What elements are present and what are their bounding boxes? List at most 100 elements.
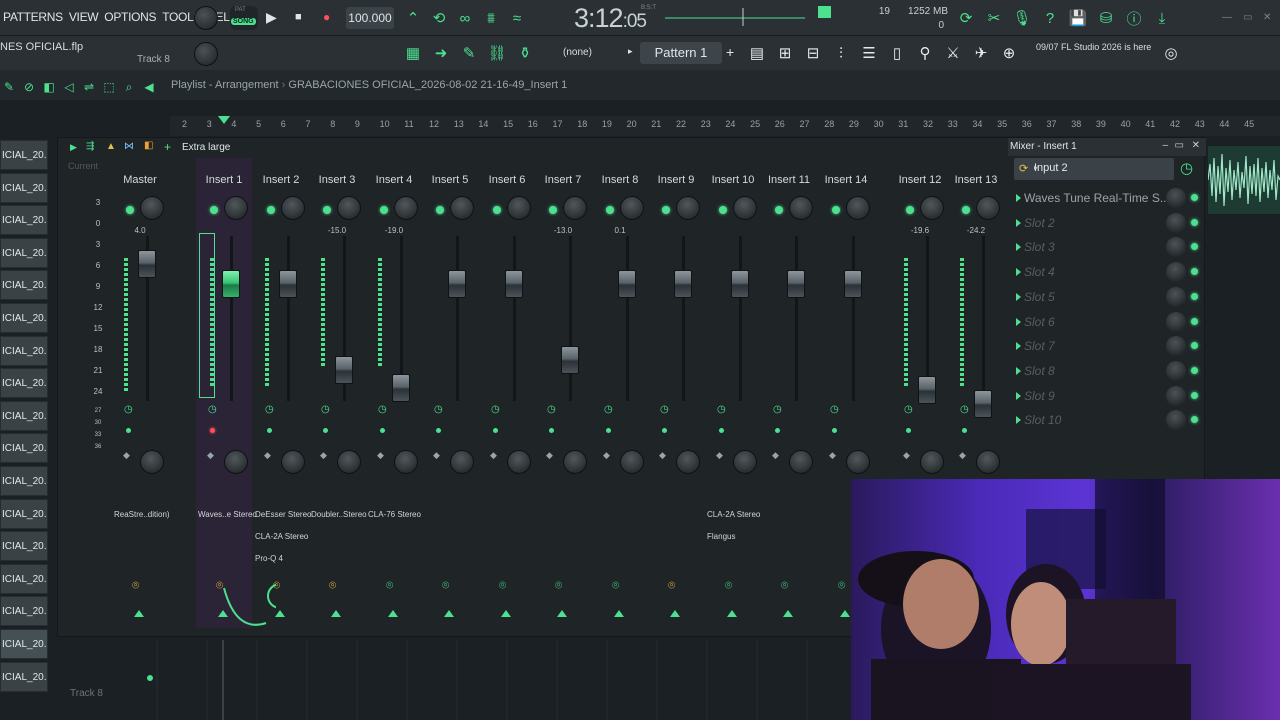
stereo-sep-icon[interactable]: ◷: [265, 404, 274, 415]
breadcrumb-playlist[interactable]: Playlist - Arrangement: [171, 79, 279, 91]
playlist-track-header[interactable]: ICIAL_20..: [0, 563, 48, 594]
save-icon[interactable]: 💾: [1067, 7, 1089, 29]
mixer-strip[interactable]: Insert 4 -19.0 ◷ ◆ CLA-76 Stereo ⌾: [366, 158, 422, 628]
pitch-knob[interactable]: [194, 42, 218, 66]
input-selector[interactable]: Input 2 ⟳ ▸: [1014, 158, 1174, 180]
route-arrow-icon[interactable]: [134, 610, 144, 617]
pan-knob[interactable]: [563, 196, 587, 220]
stereo-knob[interactable]: [789, 450, 813, 474]
effect-slot-name[interactable]: Pro-Q 4: [255, 554, 283, 563]
stereo-knob[interactable]: [394, 450, 418, 474]
sample-icon[interactable]: ▯: [886, 42, 908, 64]
route-dot[interactable]: [832, 428, 837, 433]
slot-enable-led[interactable]: [1191, 292, 1198, 300]
strip-enable-led[interactable]: [493, 206, 501, 214]
slot-name[interactable]: Slot 9: [1024, 389, 1055, 403]
mixer-close-icon[interactable]: ✕: [1192, 140, 1200, 151]
maximize-icon[interactable]: ▭: [1243, 12, 1252, 23]
route-dot[interactable]: [267, 428, 272, 433]
slot-name[interactable]: Slot 5: [1024, 290, 1055, 304]
playlist-track-header[interactable]: ICIAL_20..: [0, 140, 48, 170]
mixer-arrows-icon[interactable]: ⇶: [86, 141, 94, 152]
pan-knob[interactable]: [620, 196, 644, 220]
effect-slot-name[interactable]: Flangus: [707, 532, 735, 541]
undo-history-icon[interactable]: ⟳: [955, 7, 977, 29]
stereo-sep-icon[interactable]: ◷: [660, 404, 669, 415]
slot-enable-led[interactable]: [1191, 268, 1198, 276]
route-dot[interactable]: [323, 428, 328, 433]
stereo-sep-icon[interactable]: ◷: [321, 404, 330, 415]
swap-arrows-icon[interactable]: ◆: [490, 451, 497, 460]
slot-enable-led[interactable]: [1191, 366, 1198, 374]
slot-name[interactable]: Slot 7: [1024, 339, 1055, 353]
pen-icon[interactable]: ✎: [458, 42, 480, 64]
shop-icon[interactable]: ⊕: [998, 42, 1020, 64]
route-arrow-icon[interactable]: [727, 610, 737, 617]
swap-arrows-icon[interactable]: ◆: [659, 451, 666, 460]
pattern-selector[interactable]: Pattern 1: [640, 42, 722, 64]
swap-arrows-icon[interactable]: ◆: [716, 451, 723, 460]
strip-enable-led[interactable]: [662, 206, 670, 214]
effect-slot[interactable]: Slot 3: [1014, 236, 1204, 258]
piano-roll-icon[interactable]: ⊟: [802, 42, 824, 64]
menu-patterns[interactable]: PATTERNS: [3, 10, 63, 24]
playlist-track-header[interactable]: ICIAL_20..: [0, 270, 48, 301]
slot-mix-knob[interactable]: [1166, 336, 1186, 357]
mixer-strip[interactable]: Insert 6 ◷ ◆ ⌾: [479, 158, 535, 628]
route-dot[interactable]: [436, 428, 441, 433]
route-dot[interactable]: [380, 428, 385, 433]
wand-icon[interactable]: ⚔: [942, 42, 964, 64]
pan-knob[interactable]: [281, 196, 305, 220]
pan-knob[interactable]: [224, 196, 248, 220]
pat-song-toggle[interactable]: PAT SONG: [230, 6, 258, 30]
swap-arrows-icon[interactable]: ◆: [603, 451, 610, 460]
mixer-split-icon[interactable]: ⋈: [124, 141, 134, 152]
stop-icon[interactable]: ■: [295, 11, 302, 23]
mixer-icon[interactable]: ⫶: [830, 42, 852, 64]
slot-mix-knob[interactable]: [1166, 360, 1186, 381]
playlist-track-header[interactable]: ICIAL_20..: [0, 628, 48, 659]
swap-arrows-icon[interactable]: ◆: [207, 451, 214, 460]
slot-expand-icon[interactable]: [1016, 268, 1021, 277]
tempo-display[interactable]: 100.000: [346, 7, 394, 29]
breadcrumb-pattern[interactable]: GRABACIONES OFICIAL_2026-08-02 21-16-49_…: [288, 79, 567, 91]
route-arrow-icon[interactable]: [388, 610, 398, 617]
route-pin-icon[interactable]: ⌾: [442, 578, 449, 593]
swap-arrows-icon[interactable]: ◆: [433, 451, 440, 460]
route-pin-icon[interactable]: ⌾: [499, 578, 506, 593]
stereo-knob[interactable]: [920, 450, 944, 474]
mixer-size-selector[interactable]: Extra large: [182, 142, 230, 153]
playlist-track-header[interactable]: ICIAL_20..: [0, 172, 48, 203]
playlist-track-header[interactable]: ICIAL_20..: [0, 400, 48, 431]
stereo-sep-icon[interactable]: ◷: [491, 404, 500, 415]
stereo-sep-icon[interactable]: ◷: [208, 404, 217, 415]
play-icon[interactable]: ▶: [266, 9, 277, 26]
route-dot[interactable]: [775, 428, 780, 433]
channel-selector[interactable]: (none): [563, 47, 592, 58]
strip-enable-led[interactable]: [906, 206, 914, 214]
pan-knob[interactable]: [140, 196, 164, 220]
strip-enable-led[interactable]: [436, 206, 444, 214]
strip-enable-led[interactable]: [719, 206, 727, 214]
effect-slot[interactable]: Slot 9: [1014, 385, 1204, 407]
stereo-knob[interactable]: [620, 450, 644, 474]
route-arrow-icon[interactable]: [557, 610, 567, 617]
mixer-strip[interactable]: Insert 5 ◷ ◆ ⌾: [422, 158, 478, 628]
mixer-strip[interactable]: Insert 3 -15.0 ◷ ◆ Doubler..Stereo ⌾: [309, 158, 367, 628]
effect-slot[interactable]: Slot 4: [1014, 261, 1204, 283]
effect-slot-name[interactable]: Doubler..Stereo: [311, 510, 367, 519]
slip-tool-icon[interactable]: ⇌: [80, 76, 98, 98]
mixer-add-icon[interactable]: +: [164, 140, 171, 154]
effect-slot-name[interactable]: ReaStre..dition): [114, 510, 170, 519]
playlist-track-header[interactable]: ICIAL_20..: [0, 498, 48, 529]
stereo-knob[interactable]: [281, 450, 305, 474]
stereo-knob[interactable]: [337, 450, 361, 474]
swap-arrows-icon[interactable]: ◆: [320, 451, 327, 460]
strip-enable-led[interactable]: [962, 206, 970, 214]
swap-arrows-icon[interactable]: ◆: [123, 451, 130, 460]
playlist-track-header[interactable]: ICIAL_20..: [0, 596, 48, 627]
swap-arrows-icon[interactable]: ◆: [377, 451, 384, 460]
minimize-icon[interactable]: —: [1222, 12, 1232, 23]
playlist-track-header[interactable]: ICIAL_20..: [0, 368, 48, 399]
slot-name[interactable]: Slot 8: [1024, 364, 1055, 378]
